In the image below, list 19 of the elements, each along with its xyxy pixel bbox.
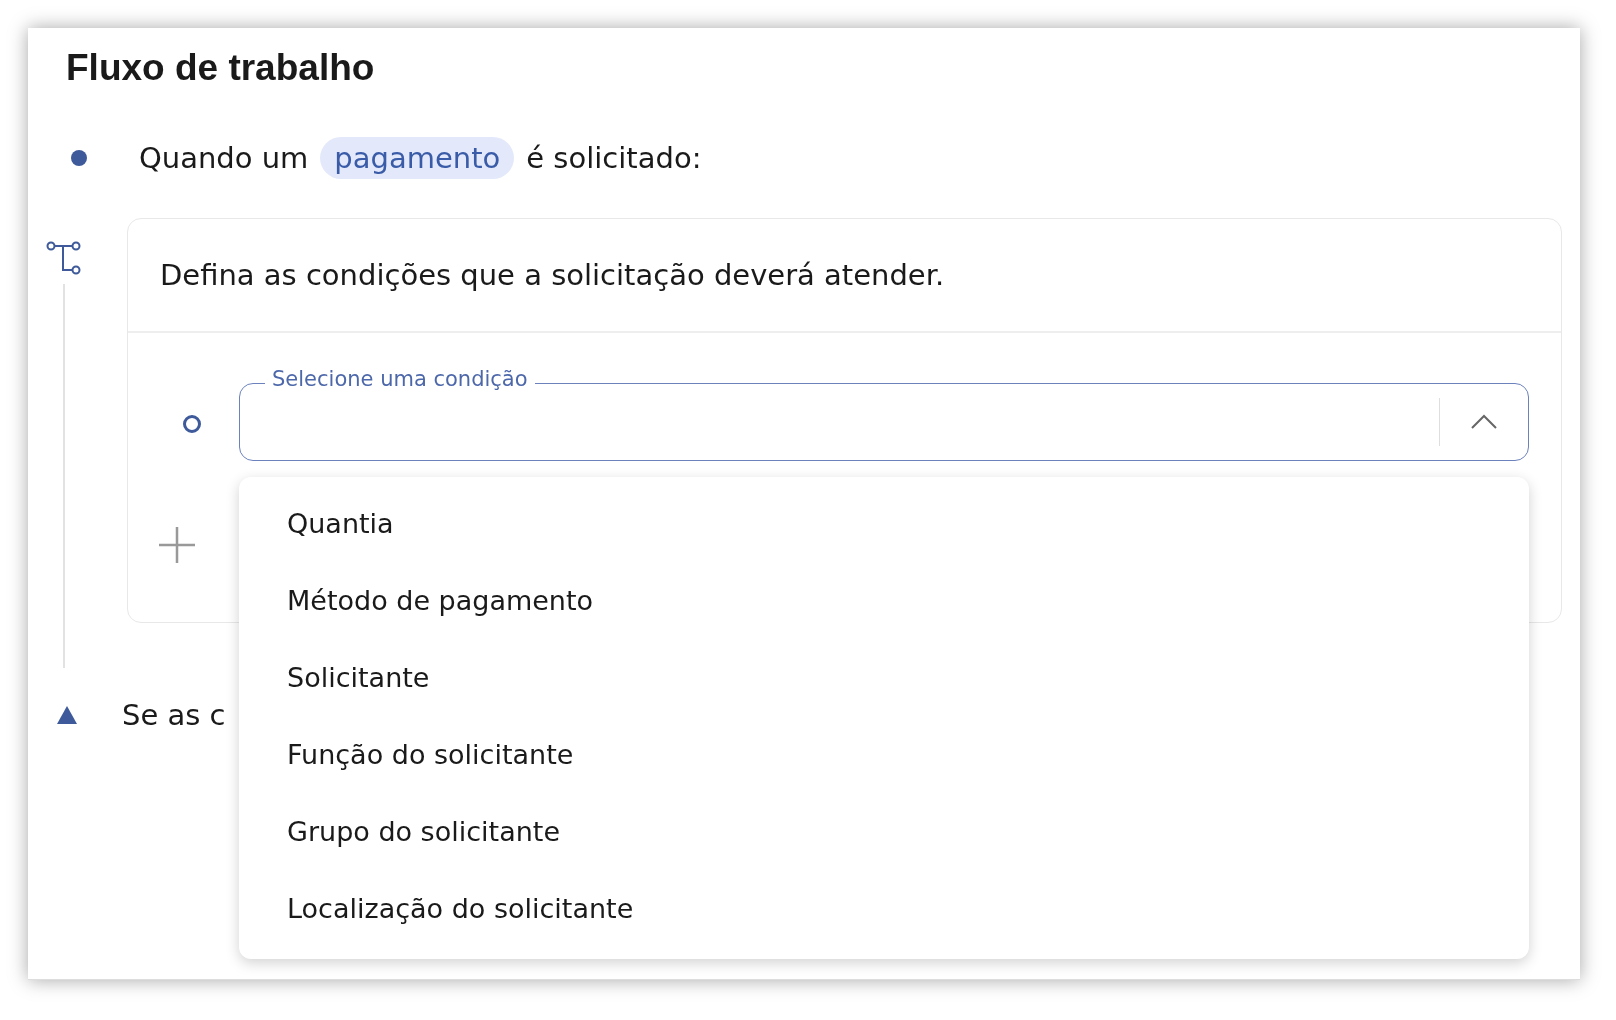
menu-option[interactable]: Grupo do solicitante xyxy=(239,793,1529,870)
trigger-dot xyxy=(71,150,87,166)
menu-option[interactable]: Função do solicitante xyxy=(239,716,1529,793)
field-label: Selecione uma condição xyxy=(265,367,535,391)
result-text: Se as c xyxy=(122,698,226,732)
menu-option[interactable]: Solicitante xyxy=(239,639,1529,716)
trigger-text: é solicitado: xyxy=(526,141,702,175)
condition-ring-icon xyxy=(183,415,201,433)
menu-option[interactable]: Método de pagamento xyxy=(239,562,1529,639)
trigger-text: Quando um xyxy=(139,141,309,175)
menu-option[interactable]: Quantia xyxy=(239,485,1529,562)
caret-icon[interactable] xyxy=(1470,414,1498,430)
triangle-icon xyxy=(56,705,78,725)
branch-icon xyxy=(46,240,82,276)
card-heading: Defina as condições que a solicitação deverá atender. xyxy=(160,258,945,292)
entity-tag[interactable]: pagamento xyxy=(320,137,515,179)
menu-option[interactable]: Localização do solicitante xyxy=(239,870,1529,947)
page-title: Fluxo de trabalho xyxy=(66,46,376,90)
add-icon[interactable] xyxy=(157,525,197,565)
